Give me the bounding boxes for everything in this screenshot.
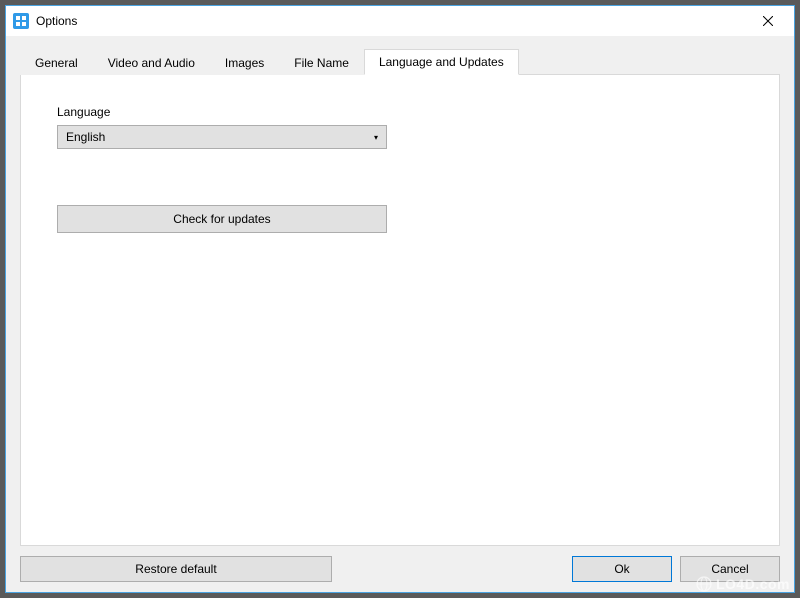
client-area: General Video and Audio Images File Name… <box>6 36 794 592</box>
tab-file-name[interactable]: File Name <box>279 50 364 75</box>
language-select-value: English <box>66 130 105 144</box>
tab-general[interactable]: General <box>20 50 93 75</box>
close-button[interactable] <box>748 7 788 35</box>
tab-language-updates[interactable]: Language and Updates <box>364 49 519 75</box>
language-select[interactable]: English ▾ <box>57 125 387 149</box>
restore-default-button[interactable]: Restore default <box>20 556 332 582</box>
chevron-down-icon: ▾ <box>374 133 378 142</box>
dialog-buttons: Restore default Ok Cancel <box>20 546 780 582</box>
check-updates-button[interactable]: Check for updates <box>57 205 387 233</box>
tabpanel-language-updates: Language English ▾ Check for updates <box>20 74 780 546</box>
options-dialog: Options General Video and Audio Images F… <box>5 5 795 593</box>
language-label: Language <box>57 105 743 119</box>
close-icon <box>763 16 773 26</box>
window-title: Options <box>36 14 748 28</box>
tabstrip: General Video and Audio Images File Name… <box>20 48 780 74</box>
cancel-button[interactable]: Cancel <box>680 556 780 582</box>
app-icon <box>12 12 30 30</box>
titlebar: Options <box>6 6 794 36</box>
tab-images[interactable]: Images <box>210 50 279 75</box>
tab-video-audio[interactable]: Video and Audio <box>93 50 210 75</box>
ok-button[interactable]: Ok <box>572 556 672 582</box>
